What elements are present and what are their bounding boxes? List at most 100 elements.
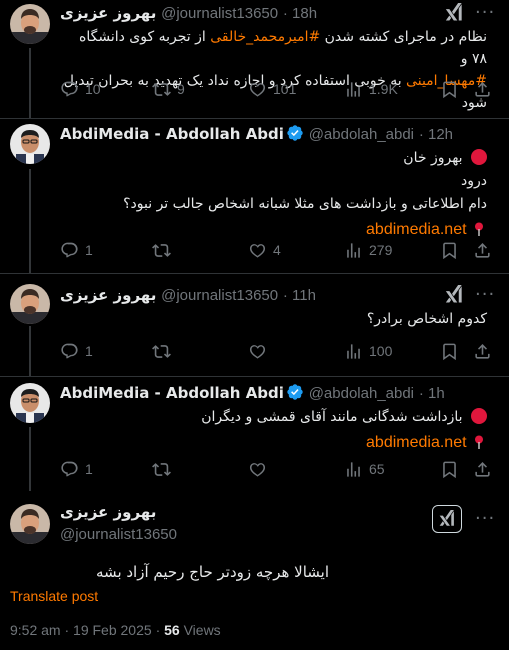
author-name[interactable]: AbdiMedia - Abdollah Abdi bbox=[60, 125, 284, 143]
reply-count: 10 bbox=[85, 81, 101, 97]
tweet-text: کدوم اشخاص برادر؟ bbox=[60, 308, 487, 330]
reply-button[interactable]: 1 bbox=[60, 240, 93, 260]
author-name[interactable]: بهروز عزیزی bbox=[60, 4, 156, 22]
grok-icon[interactable] bbox=[444, 3, 464, 23]
reply-count: 1 bbox=[85, 242, 93, 258]
like-button[interactable]: 101 bbox=[248, 79, 296, 99]
views-count: 1.9K bbox=[369, 81, 398, 97]
views-icon bbox=[344, 342, 363, 361]
more-options-icon[interactable]: ··· bbox=[475, 4, 495, 26]
tweet-header: AbdiMedia - Abdollah Abdi @abdolah_abdi … bbox=[60, 124, 499, 144]
bookmark-button[interactable] bbox=[440, 79, 459, 99]
heart-icon bbox=[248, 80, 267, 99]
repost-button[interactable] bbox=[152, 240, 171, 260]
repost-button[interactable]: 9 bbox=[152, 79, 185, 99]
text-segment: نظام در ماجرای کشته شدن bbox=[320, 29, 487, 45]
tweet-text: نظام در ماجرای کشته شدن #امیرمحمد_خالقی … bbox=[60, 26, 487, 114]
grok-icon[interactable] bbox=[444, 285, 464, 305]
more-options-icon[interactable]: ··· bbox=[475, 510, 495, 532]
views-count: 56 bbox=[164, 622, 180, 638]
author-handle[interactable]: @journalist13650 bbox=[60, 526, 177, 543]
grok-icon bbox=[438, 510, 456, 528]
main-tweet-text: ایشالا هرچه زودتر حاج رحیم آزاد بشه bbox=[96, 563, 329, 581]
tweet-time[interactable]: · 12h bbox=[419, 126, 453, 143]
more-options-icon[interactable]: ··· bbox=[475, 286, 495, 308]
grok-button[interactable] bbox=[432, 505, 462, 533]
share-button[interactable] bbox=[473, 459, 492, 479]
share-icon bbox=[473, 80, 492, 99]
tweet-2[interactable]: AbdiMedia - Abdollah Abdi @abdolah_abdi … bbox=[0, 119, 509, 273]
share-icon bbox=[473, 241, 492, 260]
website-link[interactable]: abdimedia.net bbox=[366, 434, 467, 451]
share-button[interactable] bbox=[473, 79, 492, 99]
avatar[interactable] bbox=[10, 504, 50, 544]
heart-icon bbox=[248, 241, 267, 260]
tweet-3[interactable]: بهروز عزیزی @journalist13650 · 11h ··· ک… bbox=[0, 274, 509, 376]
avatar[interactable] bbox=[10, 124, 50, 164]
avatar[interactable] bbox=[10, 383, 50, 423]
reply-button[interactable]: 10 bbox=[60, 79, 101, 99]
author-name[interactable]: بهروز عزیزی bbox=[60, 503, 156, 521]
reply-icon bbox=[60, 342, 79, 361]
tweet-header: بهروز عزیزی @journalist13650 · 11h bbox=[60, 285, 499, 305]
reply-count: 1 bbox=[85, 461, 93, 477]
pin-icon bbox=[471, 434, 487, 450]
text-line: بهروز خان bbox=[403, 150, 463, 166]
bookmark-icon bbox=[440, 241, 459, 260]
bookmark-button[interactable] bbox=[440, 459, 459, 479]
author-handle[interactable]: @abdolah_abdi bbox=[309, 126, 414, 143]
author-name[interactable]: بهروز عزیزی bbox=[60, 286, 156, 304]
red-circle-icon bbox=[471, 408, 487, 424]
tweet-actions: 1 4 279 bbox=[60, 240, 497, 260]
share-button[interactable] bbox=[473, 240, 492, 260]
text-line: کدوم اشخاص برادر؟ bbox=[366, 311, 487, 327]
tweet-1[interactable]: بهروز عزیزی @journalist13650 · 18h ··· ن… bbox=[0, 0, 509, 118]
post-date[interactable]: 19 Feb 2025 bbox=[73, 622, 152, 638]
reply-icon bbox=[60, 80, 79, 99]
thread-line bbox=[29, 169, 31, 273]
tweet-time[interactable]: · 11h bbox=[283, 287, 316, 304]
views-button[interactable]: 100 bbox=[344, 341, 392, 361]
like-button[interactable] bbox=[248, 459, 267, 479]
share-icon bbox=[473, 460, 492, 479]
tweet-time[interactable]: · 1h bbox=[419, 385, 445, 402]
author-handle[interactable]: @abdolah_abdi bbox=[309, 385, 414, 402]
post-time[interactable]: 9:52 am bbox=[10, 622, 61, 638]
author-handle[interactable]: @journalist13650 bbox=[161, 5, 278, 22]
reply-icon bbox=[60, 241, 79, 260]
tweet-4[interactable]: AbdiMedia - Abdollah Abdi @abdolah_abdi … bbox=[0, 377, 509, 491]
thread-line bbox=[29, 427, 31, 491]
red-circle-icon bbox=[471, 149, 487, 165]
avatar[interactable] bbox=[10, 284, 50, 324]
views-button[interactable]: 1.9K bbox=[344, 79, 398, 99]
repost-icon bbox=[152, 342, 171, 361]
views-button[interactable]: 279 bbox=[344, 240, 392, 260]
like-button[interactable] bbox=[248, 341, 267, 361]
tweet-header: AbdiMedia - Abdollah Abdi @abdolah_abdi … bbox=[60, 383, 499, 403]
share-button[interactable] bbox=[473, 341, 492, 361]
like-button[interactable]: 4 bbox=[248, 240, 281, 260]
tweet-text: بهروز خان درود دام اطلاعاتی و بازداشت ها… bbox=[60, 147, 487, 242]
reply-button[interactable]: 1 bbox=[60, 459, 93, 479]
views-button[interactable]: 65 bbox=[344, 459, 385, 479]
repost-icon bbox=[152, 241, 171, 260]
author-name[interactable]: AbdiMedia - Abdollah Abdi bbox=[60, 384, 284, 402]
repost-button[interactable] bbox=[152, 341, 171, 361]
reply-button[interactable]: 1 bbox=[60, 341, 93, 361]
tweet-time[interactable]: · 18h bbox=[283, 5, 317, 22]
views-icon bbox=[344, 241, 363, 260]
bookmark-button[interactable] bbox=[440, 240, 459, 260]
avatar[interactable] bbox=[10, 4, 50, 44]
hashtag-link[interactable]: #امیرمحمد_خالقی bbox=[210, 29, 320, 45]
views-icon bbox=[344, 80, 363, 99]
bookmark-button[interactable] bbox=[440, 341, 459, 361]
repost-count: 9 bbox=[177, 81, 185, 97]
translate-post-link[interactable]: Translate post bbox=[10, 588, 98, 604]
like-count: 4 bbox=[273, 242, 281, 258]
repost-button[interactable] bbox=[152, 459, 171, 479]
like-count: 101 bbox=[273, 81, 297, 97]
author-handle[interactable]: @journalist13650 bbox=[161, 287, 278, 304]
thread-line bbox=[29, 326, 31, 376]
views-label: Views bbox=[183, 622, 221, 638]
website-link[interactable]: abdimedia.net bbox=[366, 221, 467, 238]
